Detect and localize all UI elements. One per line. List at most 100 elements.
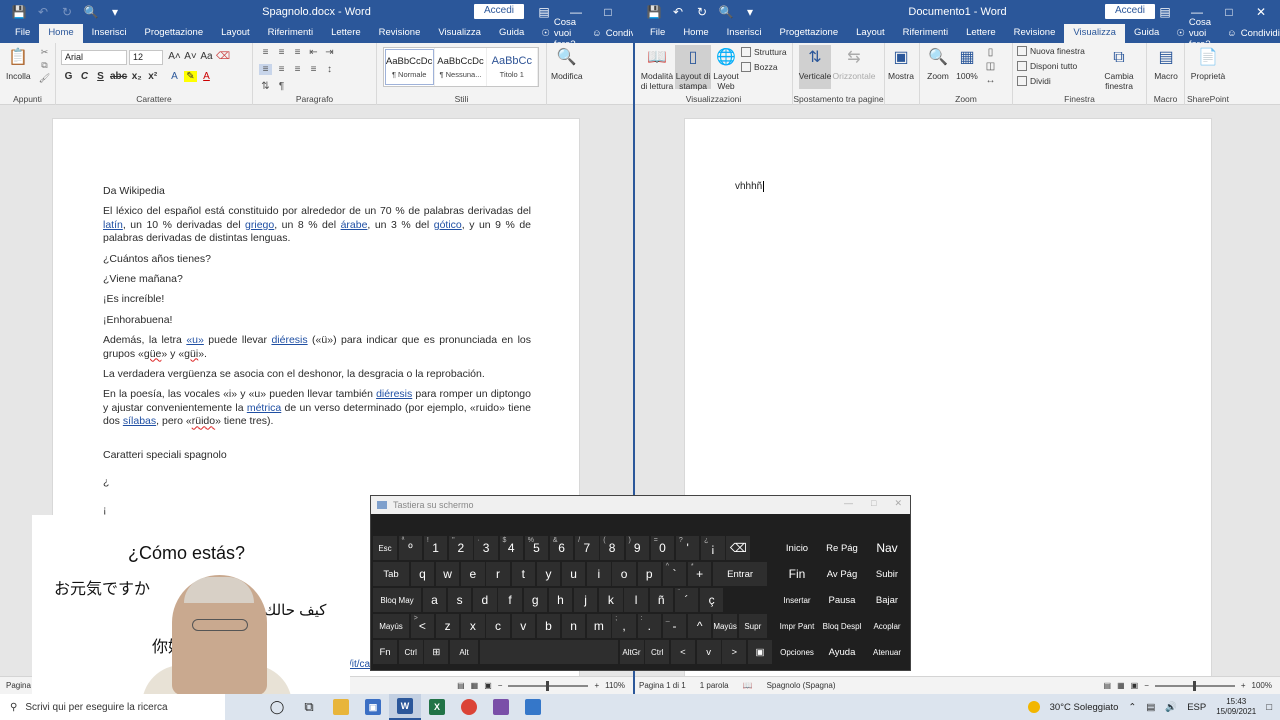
key[interactable]: w [435,562,460,586]
share-button[interactable]: ☺Condividi [584,24,633,43]
tray-chevron-icon[interactable]: ⌃ [1128,702,1136,713]
save-icon[interactable]: 💾 [645,3,663,21]
redo-icon[interactable]: ↻ [693,3,711,21]
customize-qat-icon[interactable]: ▾ [741,3,759,21]
key[interactable]: z [435,614,460,638]
key[interactable]: % 5 [524,536,549,560]
page-indicator[interactable]: Pagina [6,681,31,690]
tab-home[interactable]: Home [674,24,717,43]
tab-layout[interactable]: Layout [847,24,894,43]
key[interactable]: ? ' [675,536,700,560]
key[interactable]: c [486,614,510,638]
outline-button[interactable]: Struttura [741,47,787,57]
tab-revisione[interactable]: Revisione [1005,24,1065,43]
format-painter-icon[interactable]: 🖌 [38,73,51,84]
key[interactable]: g [523,588,547,612]
key[interactable]: j [573,588,598,612]
key[interactable]: v [696,640,721,664]
subscript-icon[interactable]: x₂ [130,71,143,82]
key[interactable]: ¨ ´ [674,588,699,612]
link[interactable]: sílabas [123,415,156,427]
link[interactable]: métrica [247,402,281,414]
link[interactable]: diéresis [271,334,307,346]
italic-icon[interactable]: C [78,71,91,82]
zoom-in-icon[interactable]: + [594,681,599,690]
copy-icon[interactable]: ⧉ [38,60,51,71]
key[interactable]: Entrar [713,562,768,586]
key[interactable]: = 0 [650,536,675,560]
key[interactable]: ⊞ [424,640,449,664]
key[interactable]: (8 [600,536,624,560]
cut-icon[interactable]: ✂ [38,47,51,58]
chrome-icon[interactable] [453,694,485,720]
key[interactable]: Re Pág [820,536,864,560]
key[interactable]: ! 1 [423,536,448,560]
new-window-button[interactable]: Nuova finestra [1017,46,1085,56]
tab-layout[interactable]: Layout [212,24,259,43]
key[interactable]: ç [699,588,724,612]
underline-icon[interactable]: S [94,71,107,82]
link[interactable]: árabe [341,219,368,231]
zoom-slider[interactable] [1154,680,1235,691]
superscript-icon[interactable]: x² [146,71,159,82]
sign-in-button[interactable]: Accedi [1105,4,1156,19]
key[interactable]: p [637,562,661,586]
split-button[interactable]: Dividi [1017,76,1051,86]
save-icon[interactable]: 💾 [10,3,28,21]
excel-icon[interactable]: X [421,694,453,720]
tab-inserisci[interactable]: Inserisci [83,24,136,43]
tab-lettere[interactable]: Lettere [957,24,1005,43]
grow-font-icon[interactable]: A˄ [168,51,181,62]
key[interactable]: Ctrl [645,640,670,664]
key[interactable]: i [587,562,611,586]
key[interactable]: · 3 [474,536,498,560]
key[interactable]: Av Pág [820,562,864,586]
key[interactable]: Bloq May [373,588,421,612]
shrink-font-icon[interactable]: A˅ [184,51,197,62]
key[interactable]: Acoplar [866,614,908,638]
close-icon[interactable]: ✕ [894,498,902,509]
zoom-level[interactable]: 110% [605,681,625,690]
zoom-out-icon[interactable]: − [498,681,503,690]
key[interactable]: ñ [649,588,673,612]
read-mode-icon[interactable]: ▤ [1104,681,1112,690]
key[interactable]: Ctrl [398,640,423,664]
proofing-icon[interactable]: 📖 [743,681,753,690]
numbering-icon[interactable]: ≡ [275,47,288,58]
customize-qat-icon[interactable]: ▾ [106,3,124,21]
key[interactable]: Impr Pant [776,614,818,638]
tab-progettazione[interactable]: Progettazione [771,24,848,43]
zoom-100-button[interactable]: ▦ 100% [954,47,980,81]
link[interactable]: /it/ca [349,659,370,670]
key[interactable]: q [410,562,435,586]
key[interactable]: ▣ [748,640,772,664]
web-layout-button[interactable]: 🌐 Layout Web [711,47,741,91]
key[interactable]: t [511,562,535,586]
key[interactable]: Bloq Despl [820,614,864,638]
task-view-icon[interactable]: ⧉ [293,694,325,720]
key[interactable]: ^ ` [662,562,687,586]
key[interactable]: d [473,588,497,612]
share-button[interactable]: ☺Condividi [1219,24,1280,43]
link[interactable]: latín [103,219,123,231]
tab-riferimenti[interactable]: Riferimenti [259,24,322,43]
zoom-button[interactable]: 🔍 Zoom [924,47,952,81]
bold-icon[interactable]: G [62,71,75,82]
key[interactable]: Subir [866,562,908,586]
undo-icon[interactable]: ↶ [34,3,52,21]
read-mode-icon[interactable]: ▤ [457,681,465,690]
page-width-icon[interactable]: ↔ [984,75,997,86]
font-color-icon[interactable]: A [200,71,213,82]
maximize-icon[interactable]: □ [592,2,624,22]
macro-button[interactable]: ▤ Macro [1150,47,1182,81]
style-item[interactable]: AaBbCcDc ¶ Nessuna... [435,48,487,86]
tab-guida[interactable]: Guida [1125,24,1168,43]
switch-windows-button[interactable]: ⧉ Cambia finestra [1099,47,1139,91]
link[interactable]: gótico [434,219,462,231]
key[interactable]: Alt [450,640,479,664]
tab-visualizza[interactable]: Visualizza [1064,24,1125,43]
weather[interactable]: 30°C Soleggiato [1050,702,1119,713]
key[interactable]: /7 [575,536,599,560]
maximize-icon[interactable]: □ [1213,2,1245,22]
key[interactable]: ⌫ [726,536,751,560]
